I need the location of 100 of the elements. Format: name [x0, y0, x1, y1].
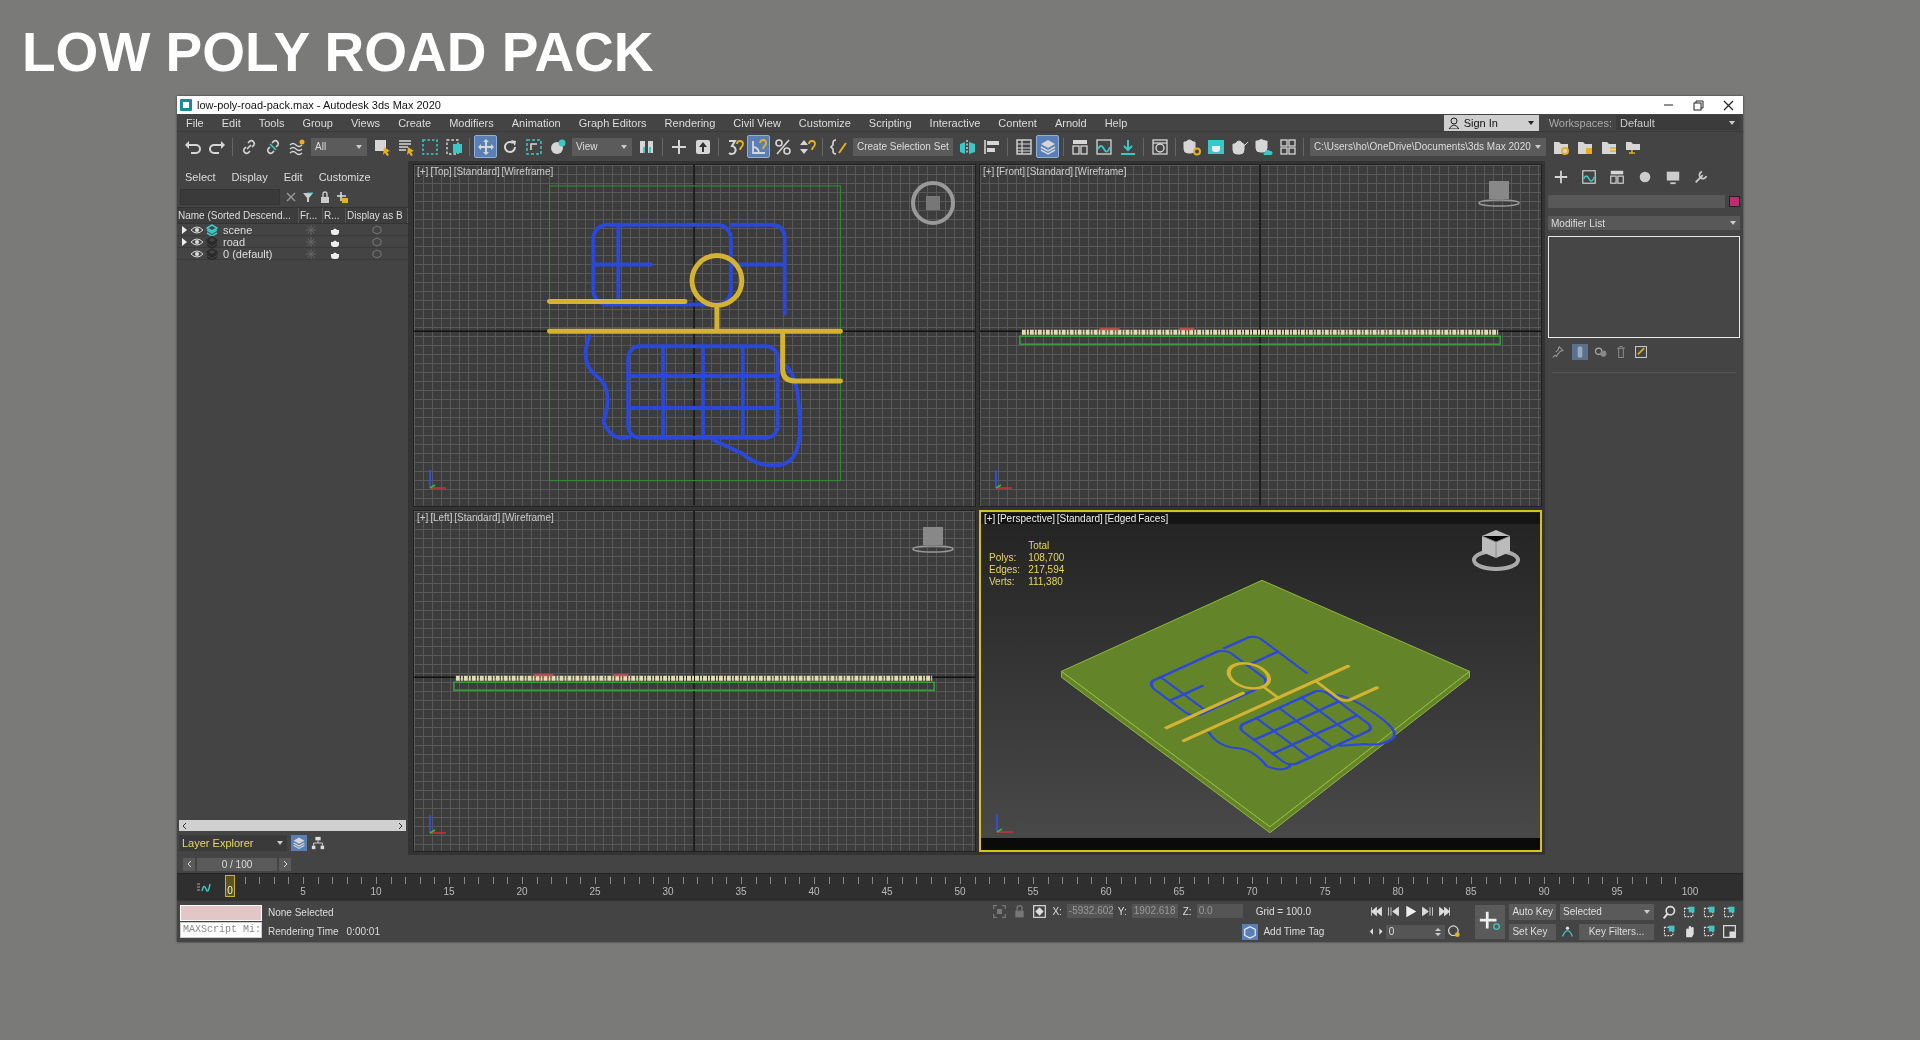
layer-name[interactable]: road	[223, 236, 246, 248]
curve-editor-icon[interactable]	[195, 881, 212, 893]
create-icon[interactable]	[1553, 169, 1569, 185]
explorer-menu-item[interactable]: Edit	[283, 171, 303, 183]
column-header[interactable]: Name (Sorted Descend...	[177, 208, 299, 223]
table-icon	[1014, 137, 1033, 156]
menu-item[interactable]: Tools	[249, 116, 294, 129]
workspace-dropdown[interactable]: Default	[1616, 115, 1740, 130]
menu-item[interactable]: Civil View	[724, 116, 790, 129]
next-frame-button[interactable]	[279, 857, 291, 871]
go-to-end-icon[interactable]	[1437, 904, 1453, 919]
horizontal-scrollbar[interactable]	[179, 820, 406, 831]
explorer-menu-item[interactable]: Customize	[318, 171, 371, 183]
maxscript-input-field[interactable]: MAXScript Mi:	[180, 922, 262, 938]
pin-icon[interactable]	[1552, 345, 1566, 359]
trash-icon[interactable]	[1614, 345, 1628, 359]
menu-item[interactable]: Modifiers	[440, 116, 503, 129]
auto-key-button[interactable]: Auto Key	[1509, 903, 1556, 920]
maximize-viewport-icon[interactable]	[1722, 923, 1737, 939]
filter-icon[interactable]	[302, 191, 314, 203]
next-key-icon[interactable]	[1420, 904, 1436, 919]
time-slider-marker[interactable]: 0	[225, 875, 235, 897]
key-tangent-icon[interactable]	[1560, 924, 1575, 939]
scroll-right-icon[interactable]	[397, 821, 404, 830]
key-mode-dropdown[interactable]: Selected	[1560, 903, 1654, 920]
menu-item[interactable]: File	[177, 116, 213, 129]
layers-icon[interactable]	[292, 836, 306, 850]
set-keys-button[interactable]	[1475, 904, 1506, 939]
sign-in-button[interactable]: Sign In	[1443, 114, 1539, 131]
project-folder-dropdown[interactable]: C:\Users\ho\OneDrive\Documents\3ds Max 2020	[1310, 137, 1546, 156]
viewport-label[interactable]: [+] [Top] [Standard] [Wireframe]	[417, 166, 554, 177]
key-filters-button[interactable]: Key Filters...	[1579, 923, 1654, 940]
menu-item[interactable]: Arnold	[1045, 116, 1096, 129]
layer-stack-icon[interactable]	[206, 224, 218, 236]
restore-icon[interactable]	[1692, 99, 1704, 111]
explorer-dropdown[interactable]: Layer Explorer	[179, 835, 287, 851]
layer-name[interactable]: scene	[223, 224, 253, 236]
menu-item[interactable]: Rendering	[655, 116, 725, 129]
maxscript-output-field[interactable]	[180, 905, 262, 921]
configure-icon[interactable]	[1634, 345, 1648, 359]
column-header[interactable]: R...	[323, 208, 346, 223]
menu-item[interactable]: Scripting	[859, 116, 921, 129]
menu-item[interactable]: Interactive	[920, 116, 990, 129]
axis-tripod-icon	[426, 467, 448, 490]
selection-filter-dropdown[interactable]: All	[311, 137, 367, 156]
add-layer-icon[interactable]	[336, 191, 348, 203]
eye-icon[interactable]	[190, 224, 204, 236]
modify-icon[interactable]	[1581, 169, 1597, 185]
stats-label: Verts:	[989, 575, 1016, 587]
select-by-name-icon	[396, 137, 415, 156]
close-icon[interactable]	[1722, 99, 1734, 111]
menu-item[interactable]: Customize	[789, 116, 860, 129]
viewport-label[interactable]: [+] [Front] [Standard] [Wireframe]	[983, 166, 1127, 177]
zoom-icon[interactable]	[1662, 904, 1677, 920]
lock-icon[interactable]	[319, 191, 331, 203]
go-to-start-icon[interactable]	[1369, 904, 1385, 919]
time-tag-icon[interactable]	[1243, 924, 1258, 939]
explorer-menu-item[interactable]: Display	[231, 171, 268, 183]
named-selection-set-dropdown[interactable]: Create Selection Set	[853, 137, 953, 156]
spinner-icon[interactable]	[1434, 926, 1443, 937]
make-unique-icon[interactable]	[1594, 345, 1608, 359]
modifier-list-dropdown[interactable]: Modifier List	[1548, 216, 1740, 230]
play-icon[interactable]	[1403, 904, 1419, 919]
expand-arrow-icon[interactable]	[180, 225, 188, 235]
eye-icon[interactable]	[190, 236, 204, 248]
menu-item[interactable]: Help	[1095, 116, 1137, 129]
menu-item[interactable]: Views	[341, 116, 390, 129]
explorer-menu-item[interactable]: Select	[185, 171, 216, 183]
previous-frame-button[interactable]	[183, 857, 195, 871]
menu-item[interactable]: Group	[293, 116, 342, 129]
reference-coordinate-dropdown[interactable]: View	[572, 137, 632, 156]
eye-icon[interactable]	[190, 248, 204, 260]
expand-arrow-icon[interactable]	[180, 237, 188, 247]
menu-item[interactable]: Edit	[212, 116, 250, 129]
menu-item[interactable]: Content	[989, 116, 1046, 129]
column-header[interactable]: Fr...	[299, 208, 323, 223]
time-configuration-icon[interactable]	[1447, 924, 1462, 939]
motion-icon[interactable]	[1637, 169, 1653, 185]
viewport-label[interactable]: [+] [Perspective] [Standard] [Edged Faces]	[981, 512, 1540, 524]
grid-icon	[1278, 137, 1297, 156]
absolute-mode-icon[interactable]	[1032, 903, 1048, 919]
time-slider-thumb[interactable]: 0 / 100	[197, 857, 277, 871]
poster-title: LOW POLY ROAD PACK	[22, 22, 654, 83]
menu-item[interactable]: Graph Editors	[569, 116, 656, 129]
set-key-button[interactable]: Set Key	[1509, 923, 1556, 940]
column-header[interactable]: Display as B	[346, 208, 408, 223]
menu-item[interactable]: Create	[389, 116, 441, 129]
display-icon[interactable]	[1665, 169, 1681, 185]
layers-button[interactable]	[1036, 135, 1059, 158]
angle-snap-button[interactable]	[747, 135, 770, 158]
viewport-label[interactable]: [+] [Left] [Standard] [Wireframe]	[417, 511, 554, 523]
object-color-swatch[interactable]	[1729, 196, 1740, 207]
layer-name[interactable]: 0 (default)	[223, 248, 273, 260]
add-time-tag-link[interactable]: Add Time Tag	[1263, 926, 1325, 937]
menu-item[interactable]: Animation	[502, 116, 570, 129]
move-button[interactable]	[474, 135, 497, 158]
previous-key-icon[interactable]	[1386, 904, 1402, 919]
scroll-left-icon[interactable]	[181, 821, 188, 830]
current-frame-field[interactable]: 0	[1385, 924, 1446, 939]
wrench-icon[interactable]	[1693, 169, 1709, 185]
